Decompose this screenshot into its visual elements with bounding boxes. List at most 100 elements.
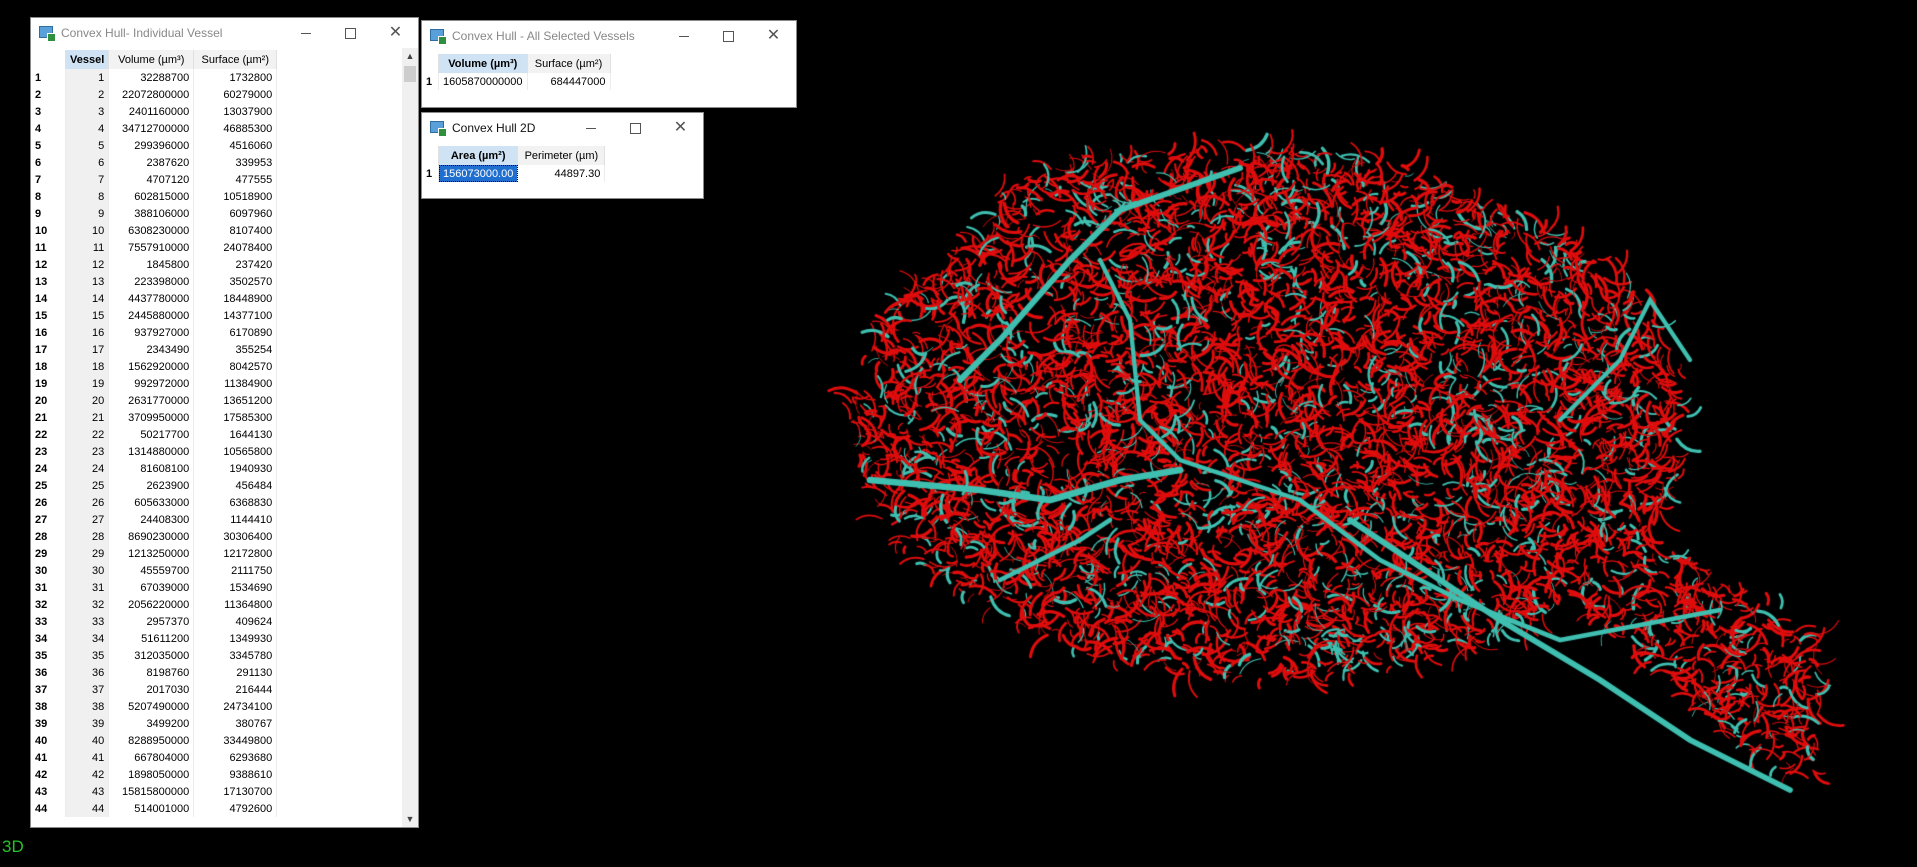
row-header[interactable]: 29 — [31, 545, 66, 562]
volume-cell[interactable]: 1845800 — [108, 256, 195, 273]
volume-cell[interactable]: 299396000 — [108, 137, 195, 154]
volume-cell[interactable]: 24408300 — [108, 511, 195, 528]
vessel-cell[interactable]: 43 — [65, 783, 110, 800]
table-row[interactable]: 44 44 514001000 4792600 — [31, 800, 278, 817]
surface-cell[interactable]: 1732800 — [193, 69, 278, 86]
volume-cell[interactable]: 2957370 — [108, 613, 195, 630]
vessel-cell[interactable]: 26 — [65, 494, 110, 511]
volume-cell[interactable]: 667804000 — [108, 749, 195, 766]
vessel-cell[interactable]: 39 — [65, 715, 110, 732]
row-header[interactable]: 21 — [31, 409, 66, 426]
table-row[interactable]: 8 8 602815000 10518900 — [31, 188, 278, 205]
volume-cell[interactable]: 992972000 — [108, 375, 195, 392]
surface-cell[interactable]: 11384900 — [193, 375, 278, 392]
vessel-cell[interactable]: 35 — [65, 647, 110, 664]
surface-cell[interactable]: 13037900 — [193, 103, 278, 120]
vessel-cell[interactable]: 38 — [65, 698, 110, 715]
table-row[interactable]: 32 32 2056220000 11364800 — [31, 596, 278, 613]
volume-cell[interactable]: 22072800000 — [108, 86, 195, 103]
table-row[interactable]: 43 43 15815800000 17130700 — [31, 783, 278, 800]
row-header[interactable]: 28 — [31, 528, 66, 545]
volume-cell[interactable]: 8198760 — [108, 664, 195, 681]
row-header[interactable]: 37 — [31, 681, 66, 698]
vessel-cell[interactable]: 24 — [65, 460, 110, 477]
volume-cell[interactable]: 3499200 — [108, 715, 195, 732]
table-row[interactable]: 28 28 8690230000 30306400 — [31, 528, 278, 545]
individual-vessel-titlebar[interactable]: Convex Hull- Individual Vessel ✕ — [31, 18, 418, 48]
row-header[interactable]: 1 — [422, 73, 439, 90]
surface-cell[interactable]: 60279000 — [193, 86, 278, 103]
column-header-perimeter[interactable]: Perimeter (µm) — [517, 146, 606, 165]
surface-cell[interactable]: 18448900 — [193, 290, 278, 307]
scroll-up-icon[interactable]: ▲ — [402, 48, 418, 64]
surface-cell[interactable]: 33449800 — [193, 732, 278, 749]
row-header[interactable]: 10 — [31, 222, 66, 239]
row-header[interactable]: 30 — [31, 562, 66, 579]
table-row[interactable]: 34 34 51611200 1349930 — [31, 630, 278, 647]
table-row[interactable]: 27 27 24408300 1144410 — [31, 511, 278, 528]
convex-hull-2d-titlebar[interactable]: Convex Hull 2D ✕ — [422, 113, 703, 143]
surface-cell[interactable]: 1534690 — [193, 579, 278, 596]
table-row[interactable]: 13 13 223398000 3502570 — [31, 273, 278, 290]
surface-cell[interactable]: 3345780 — [193, 647, 278, 664]
vessel-cell[interactable]: 36 — [65, 664, 110, 681]
vertical-scrollbar[interactable]: ▲ ▼ — [402, 48, 418, 827]
row-header[interactable]: 26 — [31, 494, 66, 511]
surface-cell[interactable]: 24734100 — [193, 698, 278, 715]
row-header[interactable]: 17 — [31, 341, 66, 358]
surface-cell[interactable]: 24078400 — [193, 239, 278, 256]
row-header[interactable]: 25 — [31, 477, 66, 494]
table-row[interactable]: 20 20 2631770000 13651200 — [31, 392, 278, 409]
vessel-cell[interactable]: 33 — [65, 613, 110, 630]
vessel-cell[interactable]: 8 — [65, 188, 110, 205]
row-header[interactable]: 42 — [31, 766, 66, 783]
table-row[interactable]: 15 15 2445880000 14377100 — [31, 307, 278, 324]
volume-cell[interactable]: 32288700 — [108, 69, 195, 86]
table-row[interactable]: 39 39 3499200 380767 — [31, 715, 278, 732]
vessel-cell[interactable]: 31 — [65, 579, 110, 596]
row-header[interactable]: 11 — [31, 239, 66, 256]
volume-cell[interactable]: 937927000 — [108, 324, 195, 341]
vessel-cell[interactable]: 3 — [65, 103, 110, 120]
volume-cell[interactable]: 2631770000 — [108, 392, 195, 409]
vessel-cell[interactable]: 34 — [65, 630, 110, 647]
volume-cell[interactable]: 8690230000 — [108, 528, 195, 545]
surface-cell[interactable]: 30306400 — [193, 528, 278, 545]
row-header[interactable]: 22 — [31, 426, 66, 443]
vessel-cell[interactable]: 2 — [65, 86, 110, 103]
vessel-cell[interactable]: 23 — [65, 443, 110, 460]
scroll-down-icon[interactable]: ▼ — [402, 811, 418, 827]
vessel-cell[interactable]: 11 — [65, 239, 110, 256]
table-row[interactable]: 25 25 2623900 456484 — [31, 477, 278, 494]
surface-cell[interactable]: 216444 — [193, 681, 278, 698]
vessel-cell[interactable]: 6 — [65, 154, 110, 171]
volume-cell[interactable]: 6308230000 — [108, 222, 195, 239]
row-header[interactable]: 8 — [31, 188, 66, 205]
vessel-cell[interactable]: 22 — [65, 426, 110, 443]
maximize-button[interactable] — [613, 113, 658, 143]
surface-cell[interactable]: 1349930 — [193, 630, 278, 647]
surface-cell[interactable]: 684447000 — [527, 73, 611, 90]
surface-cell[interactable]: 9388610 — [193, 766, 278, 783]
volume-cell[interactable]: 312035000 — [108, 647, 195, 664]
volume-cell[interactable]: 81608100 — [108, 460, 195, 477]
vessel-cell[interactable]: 41 — [65, 749, 110, 766]
row-header[interactable]: 33 — [31, 613, 66, 630]
surface-cell[interactable]: 4792600 — [193, 800, 278, 817]
table-row[interactable]: 16 16 937927000 6170890 — [31, 324, 278, 341]
volume-cell[interactable]: 2343490 — [108, 341, 195, 358]
volume-cell[interactable]: 605633000 — [108, 494, 195, 511]
close-button[interactable]: ✕ — [751, 21, 796, 51]
vessel-cell[interactable]: 21 — [65, 409, 110, 426]
row-header[interactable]: 44 — [31, 800, 66, 817]
surface-cell[interactable]: 1144410 — [193, 511, 278, 528]
surface-cell[interactable]: 8107400 — [193, 222, 278, 239]
volume-cell[interactable]: 2056220000 — [108, 596, 195, 613]
row-header[interactable]: 16 — [31, 324, 66, 341]
vessel-cell[interactable]: 9 — [65, 205, 110, 222]
vessel-cell[interactable]: 4 — [65, 120, 110, 137]
row-header[interactable]: 12 — [31, 256, 66, 273]
vessel-cell[interactable]: 15 — [65, 307, 110, 324]
vessel-cell[interactable]: 19 — [65, 375, 110, 392]
row-header[interactable]: 4 — [31, 120, 66, 137]
